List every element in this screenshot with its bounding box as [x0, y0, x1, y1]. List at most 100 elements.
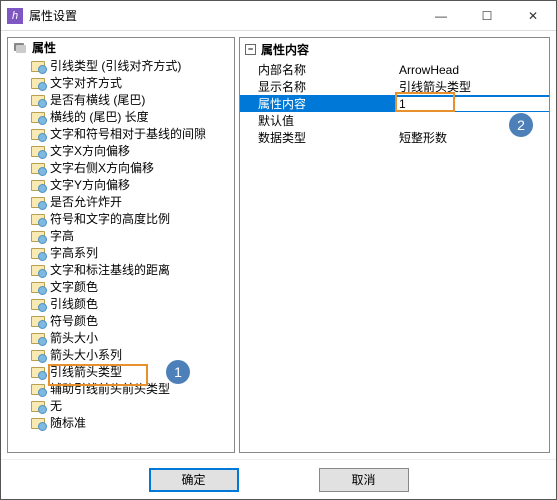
tree-item-label: 箭头大小系列 — [50, 346, 122, 363]
tree-item-label: 文字Y方向偏移 — [50, 176, 130, 193]
property-value: ArrowHead — [395, 63, 549, 77]
tree-item-label: 符号颜色 — [50, 312, 98, 329]
tree-item-label: 文字X方向偏移 — [50, 142, 130, 159]
tree-item-label: 文字和标注基线的距离 — [50, 261, 170, 278]
property-icon — [30, 144, 46, 158]
tree-item[interactable]: 文字和标注基线的距离 — [8, 261, 234, 278]
property-icon — [30, 246, 46, 260]
left-panel: 属性 引线类型 (引线对齐方式)文字对齐方式是否有横线 (尾巴)横线的 (尾巴)… — [7, 37, 235, 453]
property-icon — [30, 399, 46, 413]
tree-root[interactable]: 属性 — [8, 38, 234, 57]
tree-item[interactable]: 辅助引线前头前头类型 — [8, 380, 234, 397]
property-icon — [30, 416, 46, 430]
property-icon — [30, 280, 46, 294]
app-icon: h — [7, 8, 23, 24]
tree-item[interactable]: 是否有横线 (尾巴) — [8, 91, 234, 108]
tree-item-label: 引线箭头类型 — [50, 363, 122, 380]
title-bar: h 属性设置 — ☐ ✕ — [1, 1, 556, 31]
tree-item-label: 文字和符号相对于基线的间隙 — [50, 125, 206, 142]
tree-item[interactable]: 引线箭头类型 — [8, 363, 234, 380]
property-value[interactable]: 1 — [395, 97, 549, 111]
property-icon — [30, 382, 46, 396]
tree-item-label: 引线类型 (引线对齐方式) — [50, 57, 181, 74]
tree-item-label: 随标准 — [50, 414, 86, 431]
book-icon — [12, 41, 28, 55]
property-icon — [30, 178, 46, 192]
button-bar: 确定 取消 — [1, 459, 556, 499]
property-icon — [30, 212, 46, 226]
window-controls: — ☐ ✕ — [418, 1, 556, 30]
tree-item[interactable]: 是否允许炸开 — [8, 193, 234, 210]
cancel-button[interactable]: 取消 — [319, 468, 409, 492]
right-panel-header[interactable]: − 属性内容 — [240, 38, 549, 61]
ok-button[interactable]: 确定 — [149, 468, 239, 492]
minimize-button[interactable]: — — [418, 1, 464, 30]
tree-item-label: 字高 — [50, 227, 74, 244]
tree-item[interactable]: 箭头大小 — [8, 329, 234, 346]
tree-item-label: 辅助引线前头前头类型 — [50, 380, 170, 397]
close-button[interactable]: ✕ — [510, 1, 556, 30]
property-icon — [30, 93, 46, 107]
property-label: 显示名称 — [240, 78, 395, 95]
tree-item[interactable]: 文字右侧X方向偏移 — [8, 159, 234, 176]
property-icon — [30, 365, 46, 379]
tree-item[interactable]: 文字对齐方式 — [8, 74, 234, 91]
right-panel-title: 属性内容 — [261, 41, 309, 58]
property-icon — [30, 229, 46, 243]
property-icon — [30, 195, 46, 209]
property-value: 引线箭头类型 — [395, 78, 549, 95]
tree-item[interactable]: 引线类型 (引线对齐方式) — [8, 57, 234, 74]
tree-item[interactable]: 箭头大小系列 — [8, 346, 234, 363]
tree-item-label: 符号和文字的高度比例 — [50, 210, 170, 227]
tree-item-label: 字高系列 — [50, 244, 98, 261]
property-row[interactable]: 属性内容1 — [240, 95, 549, 112]
property-row[interactable]: 显示名称引线箭头类型 — [240, 78, 549, 95]
tree-item-label: 横线的 (尾巴) 长度 — [50, 108, 149, 125]
tree-item[interactable]: 文字和符号相对于基线的间隙 — [8, 125, 234, 142]
tree-root-label: 属性 — [32, 39, 56, 56]
tree-item[interactable]: 字高系列 — [8, 244, 234, 261]
property-row[interactable]: 默认值 — [240, 112, 549, 129]
dialog-window: h 属性设置 — ☐ ✕ 属性 引线类型 (引线对齐方式)文字对齐方式是否有横线… — [0, 0, 557, 500]
collapse-icon[interactable]: − — [245, 44, 256, 55]
content-area: 属性 引线类型 (引线对齐方式)文字对齐方式是否有横线 (尾巴)横线的 (尾巴)… — [1, 31, 556, 459]
tree-item-label: 是否允许炸开 — [50, 193, 122, 210]
maximize-button[interactable]: ☐ — [464, 1, 510, 30]
tree-item-label: 引线颜色 — [50, 295, 98, 312]
tree-item[interactable]: 随标准 — [8, 414, 234, 431]
property-icon — [30, 314, 46, 328]
property-icon — [30, 127, 46, 141]
tree-item[interactable]: 无 — [8, 397, 234, 414]
property-label: 数据类型 — [240, 129, 395, 146]
tree-item-label: 箭头大小 — [50, 329, 98, 346]
property-label: 属性内容 — [240, 95, 395, 112]
tree-item[interactable]: 文字Y方向偏移 — [8, 176, 234, 193]
property-grid: 内部名称ArrowHead显示名称引线箭头类型属性内容1默认值数据类型短整形数 … — [240, 61, 549, 452]
property-label: 默认值 — [240, 112, 395, 129]
tree-item[interactable]: 文字颜色 — [8, 278, 234, 295]
property-icon — [30, 348, 46, 362]
tree-item[interactable]: 符号和文字的高度比例 — [8, 210, 234, 227]
property-value: 短整形数 — [395, 129, 549, 146]
tree-item-label: 是否有横线 (尾巴) — [50, 91, 145, 108]
tree-item-label: 文字颜色 — [50, 278, 98, 295]
tree-item-label: 文字右侧X方向偏移 — [50, 159, 154, 176]
tree-item[interactable]: 文字X方向偏移 — [8, 142, 234, 159]
right-panel: − 属性内容 内部名称ArrowHead显示名称引线箭头类型属性内容1默认值数据… — [239, 37, 550, 453]
tree-item[interactable]: 字高 — [8, 227, 234, 244]
window-title: 属性设置 — [29, 7, 418, 24]
property-icon — [30, 110, 46, 124]
property-label: 内部名称 — [240, 61, 395, 78]
tree-item-label: 文字对齐方式 — [50, 74, 122, 91]
property-row[interactable]: 内部名称ArrowHead — [240, 61, 549, 78]
tree-item[interactable]: 符号颜色 — [8, 312, 234, 329]
property-tree[interactable]: 属性 引线类型 (引线对齐方式)文字对齐方式是否有横线 (尾巴)横线的 (尾巴)… — [8, 38, 234, 452]
property-row[interactable]: 数据类型短整形数 — [240, 129, 549, 146]
property-icon — [30, 263, 46, 277]
tree-item-label: 无 — [50, 397, 62, 414]
tree-item[interactable]: 横线的 (尾巴) 长度 — [8, 108, 234, 125]
property-icon — [30, 161, 46, 175]
property-icon — [30, 297, 46, 311]
property-icon — [30, 59, 46, 73]
tree-item[interactable]: 引线颜色 — [8, 295, 234, 312]
